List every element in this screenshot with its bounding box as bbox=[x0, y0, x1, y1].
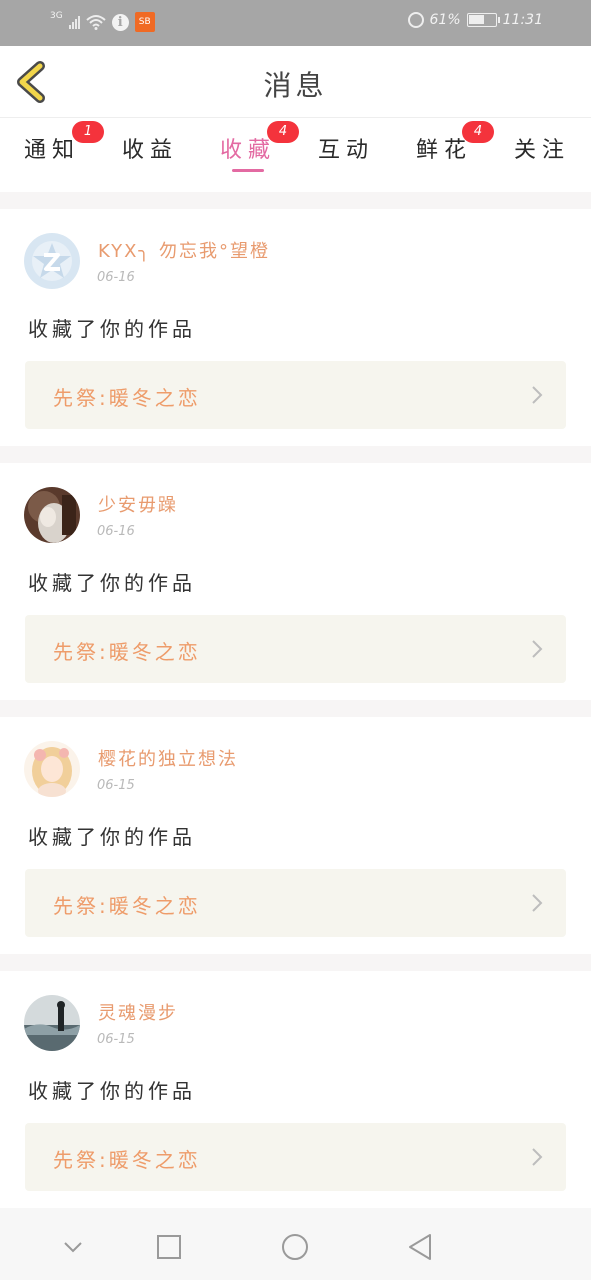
message-list[interactable]: KYX╮ 勿忘我°望橙 06-16 收藏了你的作品 先祭:暖冬之恋 少安毋躁 0… bbox=[0, 192, 591, 1208]
clock: 11:31 bbox=[502, 12, 543, 28]
battery-fill bbox=[468, 15, 484, 24]
system-nav-bar bbox=[0, 1208, 591, 1280]
message-card: KYX╮ 勿忘我°望橙 06-16 收藏了你的作品 先祭:暖冬之恋 bbox=[0, 209, 591, 446]
message-date: 06-16 bbox=[97, 270, 135, 285]
chevron-right-icon bbox=[530, 1147, 544, 1167]
work-title: 先祭:暖冬之恋 bbox=[53, 386, 201, 410]
tab-interactions[interactable]: 互动 bbox=[301, 128, 391, 182]
tab-follows[interactable]: 关注 bbox=[497, 128, 587, 182]
avatar[interactable] bbox=[24, 487, 80, 543]
username[interactable]: 灵魂漫步 bbox=[98, 999, 178, 1025]
network-type: 3G bbox=[50, 11, 63, 21]
tab-label: 收益 bbox=[121, 138, 178, 163]
battery-percent: 61% bbox=[429, 12, 461, 28]
info-icon: i bbox=[111, 13, 129, 31]
message-date: 06-16 bbox=[97, 524, 135, 539]
message-action: 收藏了你的作品 bbox=[28, 317, 196, 341]
chevron-right-icon bbox=[530, 385, 544, 405]
message-action: 收藏了你的作品 bbox=[28, 1079, 196, 1103]
tab-flowers[interactable]: 鲜花 4 bbox=[399, 121, 494, 182]
work-title: 先祭:暖冬之恋 bbox=[53, 1148, 201, 1172]
tab-earnings[interactable]: 收益 bbox=[105, 128, 195, 182]
work-link[interactable]: 先祭:暖冬之恋 bbox=[25, 615, 566, 683]
tab-favorites[interactable]: 收藏 4 bbox=[203, 121, 299, 182]
chevron-down-icon[interactable] bbox=[58, 1232, 88, 1262]
app-notification-icon: SB bbox=[134, 12, 155, 32]
tab-bar: 通知 1 收益 收藏 4 互动 鲜花 4 关注 bbox=[0, 118, 591, 192]
tab-label: 关注 bbox=[513, 138, 570, 163]
work-title: 先祭:暖冬之恋 bbox=[53, 894, 201, 918]
message-action: 收藏了你的作品 bbox=[28, 571, 196, 595]
message-action: 收藏了你的作品 bbox=[28, 825, 196, 849]
tab-underline bbox=[232, 169, 264, 172]
work-title: 先祭:暖冬之恋 bbox=[53, 640, 201, 664]
status-left-icons: 3G i SB bbox=[50, 11, 155, 32]
battery-icon bbox=[466, 13, 500, 27]
username[interactable]: KYX╮ 勿忘我°望橙 bbox=[98, 237, 270, 263]
page-title: 消息 bbox=[263, 69, 328, 102]
avatar[interactable] bbox=[24, 741, 80, 797]
notification-badge: 1 bbox=[72, 121, 104, 143]
wifi-icon bbox=[86, 14, 106, 30]
avatar[interactable] bbox=[24, 233, 80, 289]
message-card: 少安毋躁 06-16 收藏了你的作品 先祭:暖冬之恋 bbox=[0, 463, 591, 700]
signal-icon bbox=[68, 15, 80, 29]
square-icon[interactable] bbox=[154, 1232, 184, 1262]
username[interactable]: 少安毋躁 bbox=[98, 491, 178, 517]
tab-notifications[interactable]: 通知 1 bbox=[7, 121, 104, 182]
status-right-icons: 61% 11:31 bbox=[407, 12, 543, 28]
status-bar: 3G i SB 61% 11:31 bbox=[0, 0, 591, 46]
message-card: 樱花的独立想法 06-15 收藏了你的作品 先祭:暖冬之恋 bbox=[0, 717, 591, 954]
chevron-right-icon bbox=[530, 639, 544, 659]
work-link[interactable]: 先祭:暖冬之恋 bbox=[25, 1123, 566, 1191]
flowers-badge: 4 bbox=[462, 121, 494, 143]
chevron-right-icon bbox=[530, 893, 544, 913]
work-link[interactable]: 先祭:暖冬之恋 bbox=[25, 869, 566, 937]
alarm-icon bbox=[407, 12, 424, 28]
avatar[interactable] bbox=[24, 995, 80, 1051]
work-link[interactable]: 先祭:暖冬之恋 bbox=[25, 361, 566, 429]
header: 消息 bbox=[0, 46, 591, 118]
message-date: 06-15 bbox=[97, 778, 135, 793]
favorites-badge: 4 bbox=[267, 121, 299, 143]
message-date: 06-15 bbox=[97, 1032, 135, 1047]
circle-icon[interactable] bbox=[280, 1232, 310, 1262]
message-card: 灵魂漫步 06-15 收藏了你的作品 先祭:暖冬之恋 bbox=[0, 971, 591, 1208]
triangle-back-icon[interactable] bbox=[406, 1232, 436, 1262]
username[interactable]: 樱花的独立想法 bbox=[98, 745, 238, 771]
tab-label: 互动 bbox=[317, 138, 374, 163]
